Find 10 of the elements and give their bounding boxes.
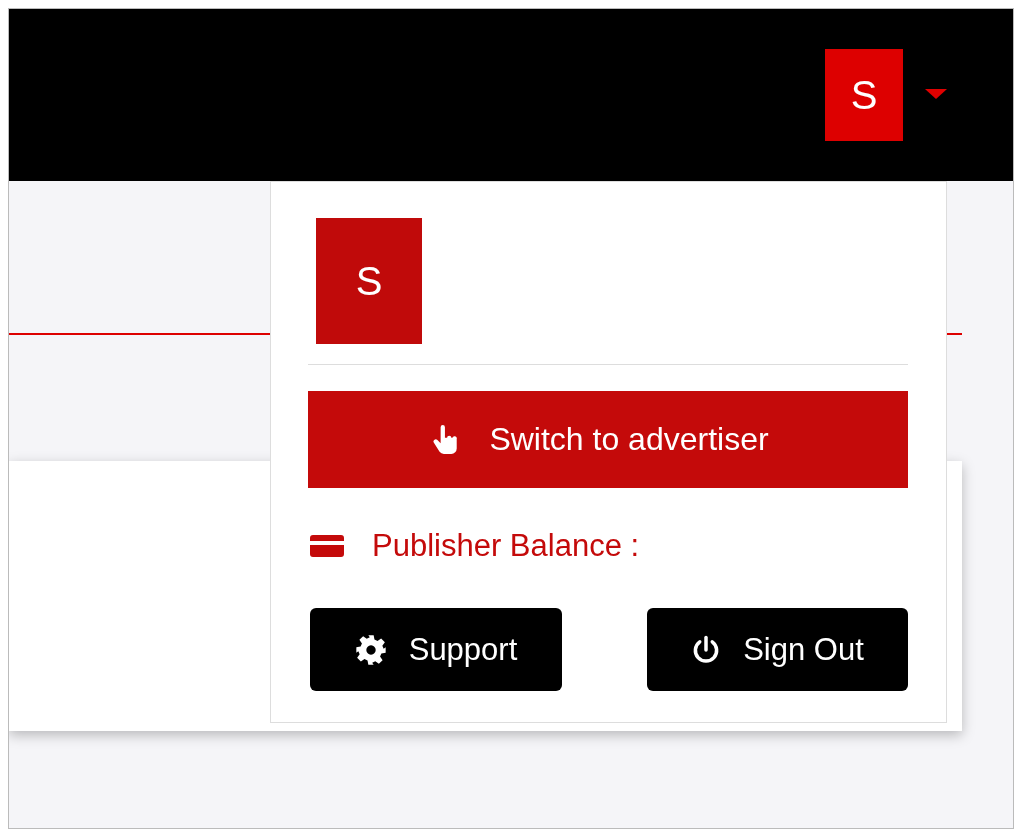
pointer-hand-icon xyxy=(433,424,460,455)
credit-card-icon xyxy=(310,535,344,557)
settings-icon xyxy=(354,633,387,666)
support-button[interactable]: Support xyxy=(310,608,562,691)
balance-label: Publisher Balance : xyxy=(372,528,640,564)
switch-button[interactable]: Switch to advertiser xyxy=(308,391,908,488)
sign-out-button[interactable]: Sign Out xyxy=(647,608,908,691)
caret-icon[interactable] xyxy=(925,89,947,99)
user-avatar[interactable]: S xyxy=(825,49,903,141)
user-avatar: S xyxy=(316,218,422,344)
